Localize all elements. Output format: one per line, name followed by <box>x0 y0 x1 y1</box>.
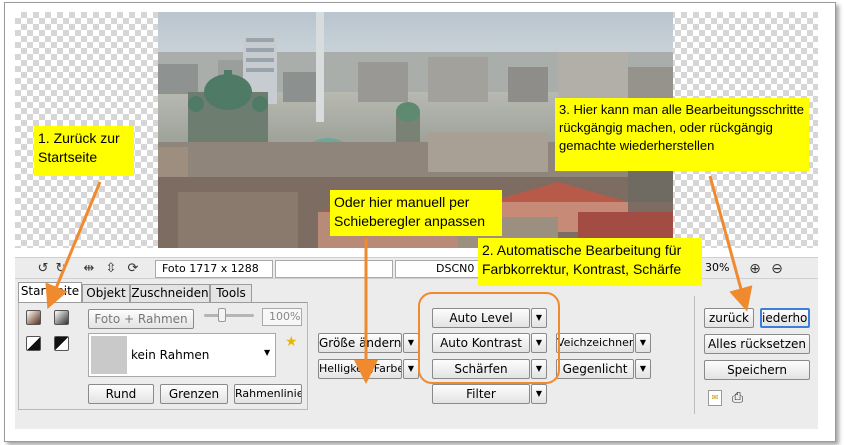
groesse-dropdown[interactable]: ▼ <box>403 333 419 353</box>
frame-slider-handle[interactable] <box>218 308 226 322</box>
tab-zuschneiden[interactable]: Zuschneiden <box>130 284 210 302</box>
zoom-readout: 30% <box>705 261 730 274</box>
flip-vertical-icon[interactable]: ⇳ <box>103 262 119 276</box>
export-icon[interactable]: ✉ <box>708 390 722 406</box>
flip-horizontal-icon[interactable]: ⇹ <box>81 262 97 276</box>
weichzeichner-dropdown[interactable]: ▼ <box>635 333 651 353</box>
status-field-empty <box>275 260 393 278</box>
highlight-auto-group <box>418 292 560 384</box>
grenzen-button[interactable]: Grenzen <box>160 384 228 404</box>
rotate-right-icon[interactable]: ↻ <box>53 262 69 276</box>
callout-schieberegler: Oder hier manuell per Schieberegler anpa… <box>330 190 502 236</box>
groesse-aendern-button[interactable]: Größe ändern <box>318 333 402 353</box>
wiederholen-button[interactable]: iederhole <box>760 308 810 328</box>
frame-percent-field[interactable]: 100% <box>262 308 302 326</box>
speichern-button[interactable]: Speichern <box>704 360 810 380</box>
foto-rahmen-button[interactable]: Foto + Rahmen <box>88 309 194 329</box>
helligkeit-farbe-button[interactable]: Helligkeit,Farbe <box>318 359 402 379</box>
rotate-left-icon[interactable]: ↺ <box>35 262 51 276</box>
frame-slider-track[interactable] <box>204 314 254 317</box>
alles-ruecksetzen-button[interactable]: Alles rücksetzen <box>704 334 810 354</box>
callout-automatische-bearbeitung: 2. Automatische Bearbeitung für Farbkorr… <box>478 238 702 286</box>
filter-dropdown[interactable]: ▼ <box>531 384 547 404</box>
chevron-down-icon: ▼ <box>264 348 271 357</box>
tab-objekt[interactable]: Objekt <box>82 284 130 302</box>
printer-icon[interactable]: ⎙ <box>732 390 743 406</box>
contrast-tool-icon[interactable] <box>26 336 41 351</box>
zoom-in-icon[interactable]: ⊕ <box>747 262 763 276</box>
zurueck-button[interactable]: zurück <box>704 308 754 328</box>
zoom-out-icon[interactable]: ⊖ <box>769 262 785 276</box>
frame-preview-swatch <box>91 336 127 374</box>
rahmenlinie-button[interactable]: Rahmenlinie <box>234 384 302 404</box>
gegenlicht-dropdown[interactable]: ▼ <box>635 359 651 379</box>
helligkeit-dropdown[interactable]: ▼ <box>403 359 419 379</box>
invert-tool-icon[interactable] <box>54 336 69 351</box>
weichzeichner-button[interactable]: Veichzeichner <box>556 333 634 353</box>
rund-button[interactable]: Rund <box>88 384 154 404</box>
frame-select[interactable]: kein Rahmen ▼ <box>88 333 276 377</box>
star-icon[interactable]: ★ <box>285 334 298 350</box>
frame-select-value: kein Rahmen <box>131 348 210 362</box>
refresh-icon[interactable]: ⟳ <box>125 262 141 276</box>
tab-startseite[interactable]: Startseite <box>18 282 82 302</box>
callout-rueckgaengig: 3. Hier kann man alle Bearbeitungsschrit… <box>555 98 809 171</box>
sepia-tool-icon[interactable] <box>26 310 41 325</box>
tab-tools[interactable]: Tools <box>210 284 252 302</box>
photo-size-readout: Foto 1717 x 1288 <box>155 260 273 278</box>
filter-button[interactable]: Filter <box>432 384 530 404</box>
gegenlicht-button[interactable]: Gegenlicht <box>556 359 634 379</box>
callout-startseite: 1. Zurück zur Startseite <box>34 126 134 176</box>
grayscale-tool-icon[interactable] <box>54 310 69 325</box>
